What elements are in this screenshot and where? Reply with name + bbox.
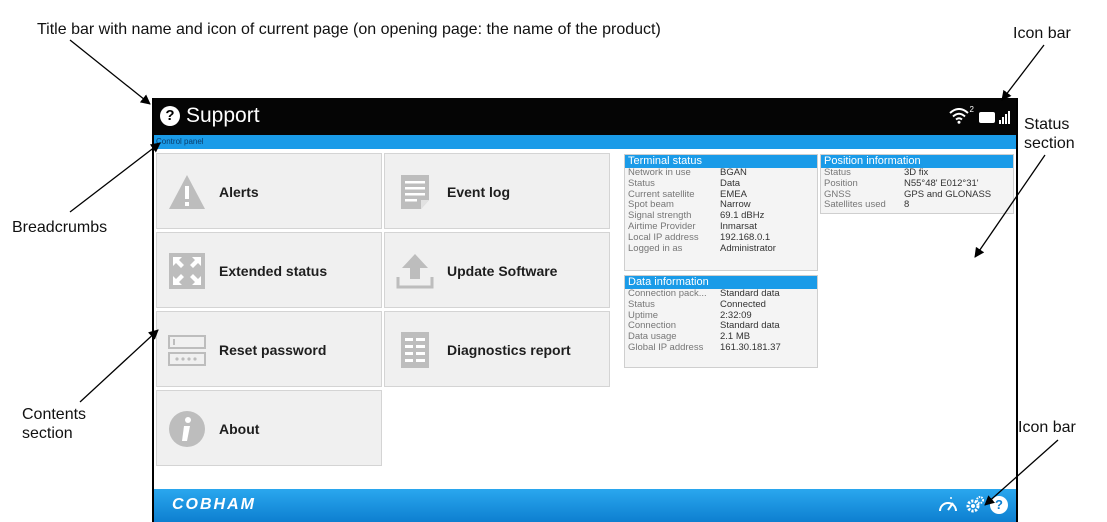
diagnostics-report-tile[interactable]: Diagnostics report	[384, 311, 610, 387]
alerts-tile[interactable]: Alerts	[156, 153, 382, 229]
title-bar-arrow	[69, 39, 151, 105]
question-circle-icon: ?	[160, 106, 180, 126]
breadcrumb-bar: Control panel	[154, 135, 1016, 149]
settings-gear-icon[interactable]	[964, 495, 984, 515]
icon-bar-bottom-annotation: Icon bar	[1018, 419, 1076, 436]
icon-bar-top: 2	[949, 105, 1010, 127]
position-information-panel: Position information Status 3D fix Positi…	[820, 154, 1014, 214]
terminal-status-panel: Terminal status Network in use BGAN Statu…	[624, 154, 818, 271]
title-bar-annotation: Title bar with name and icon of current …	[37, 21, 661, 38]
update-software-label: Update Software	[447, 263, 558, 279]
report-icon	[401, 332, 429, 368]
extended-status-label: Extended status	[219, 263, 328, 279]
dashboard-gauge-icon[interactable]	[938, 496, 958, 514]
contents-annotation-line2: section	[22, 425, 73, 442]
battery-icon[interactable]	[979, 111, 995, 123]
password-field-icon	[168, 335, 206, 366]
device-screen: ? Support 2 Control panel Alerts Event l…	[152, 98, 1018, 522]
contents-annotation-line1: Contents	[22, 406, 87, 423]
breadcrumb[interactable]: Control panel	[156, 135, 204, 149]
footer-bar: COBHAM ?	[154, 489, 1016, 522]
signal-strength-icon[interactable]	[999, 110, 1010, 124]
status-row: Local IP address 192.168.0.1	[628, 231, 771, 243]
icon-bar-top-annotation: Icon bar	[1013, 25, 1071, 42]
about-tile[interactable]: About	[156, 390, 382, 466]
status-row: Global IP address 161.30.181.37	[628, 341, 781, 353]
wifi-icon[interactable]: 2	[949, 105, 974, 126]
page-title: Support	[186, 104, 260, 127]
info-icon	[169, 411, 205, 447]
extended-status-tile[interactable]: Extended status	[156, 232, 382, 308]
data-information-panel: Data information Connection pack... Stand…	[624, 275, 818, 368]
wifi-badge: 2	[969, 105, 974, 114]
event-log-label: Event log	[447, 184, 511, 200]
status-row: Position N55°48' E012°31'	[824, 177, 979, 189]
status-row: GNSS GPS and GLONASS	[824, 188, 992, 200]
title-bar: ? Support 2	[154, 98, 1016, 135]
status-annotation-line1: Status	[1024, 116, 1070, 133]
reset-password-tile[interactable]: Reset password	[156, 311, 382, 387]
status-section-annotation: Status section	[1024, 115, 1075, 153]
icon-bar-bottom: ?	[938, 495, 1008, 515]
icon-bar-top-arrow	[1001, 44, 1045, 101]
contents-section-arrow	[79, 329, 159, 403]
contents-section-annotation: Contents section	[22, 405, 86, 443]
event-log-tile[interactable]: Event log	[384, 153, 610, 229]
status-row: Satellites used 8	[824, 199, 910, 211]
about-label: About	[219, 421, 260, 437]
alerts-label: Alerts	[219, 184, 259, 200]
status-row: Status Connected	[628, 298, 766, 310]
brand-logo: COBHAM	[172, 496, 256, 513]
update-software-tile[interactable]: Update Software	[384, 232, 610, 308]
status-annotation-line2: section	[1024, 135, 1075, 152]
document-icon	[401, 175, 429, 209]
breadcrumbs-arrow	[69, 142, 161, 213]
breadcrumbs-annotation: Breadcrumbs	[12, 219, 108, 236]
expand-icon	[169, 253, 205, 289]
status-row: Status Data	[628, 177, 741, 189]
reset-password-label: Reset password	[219, 342, 327, 358]
diagnostics-report-label: Diagnostics report	[447, 342, 571, 358]
upload-icon	[396, 254, 434, 289]
warning-icon	[169, 175, 205, 209]
help-icon[interactable]: ?	[990, 496, 1008, 514]
status-row: Logged in as Administrator	[628, 242, 776, 254]
